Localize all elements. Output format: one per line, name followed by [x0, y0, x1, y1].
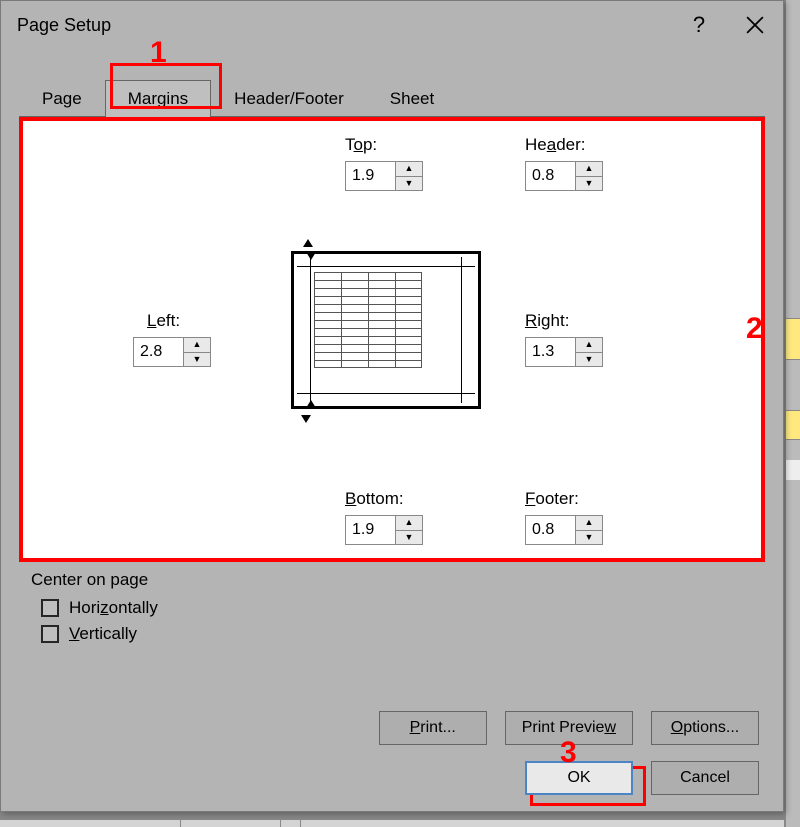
footer-spin-buttons[interactable]: ▲▼: [575, 515, 603, 545]
top-label: Top:: [345, 135, 377, 155]
top-spinner[interactable]: ▲▼: [345, 161, 423, 191]
close-button[interactable]: [727, 1, 783, 49]
options-button[interactable]: Options...: [651, 711, 759, 745]
help-button[interactable]: ?: [671, 1, 727, 49]
left-label: Left:: [147, 311, 180, 331]
bottom-spinner[interactable]: ▲▼: [345, 515, 423, 545]
right-spin-buttons[interactable]: ▲▼: [575, 337, 603, 367]
margin-arrow-down-icon: [306, 252, 316, 260]
header-label: Header:: [525, 135, 586, 155]
spin-down-icon[interactable]: ▼: [576, 531, 602, 545]
bottom-spin-buttons[interactable]: ▲▼: [395, 515, 423, 545]
bg-cell: [786, 460, 800, 480]
spin-up-icon[interactable]: ▲: [576, 338, 602, 353]
cancel-button[interactable]: Cancel: [651, 761, 759, 795]
bottom-label: Bottom:: [345, 489, 404, 509]
right-label: Right:: [525, 311, 569, 331]
center-on-page-group: Center on page Horizontally Vertically: [31, 570, 753, 644]
header-spinner[interactable]: ▲▼: [525, 161, 603, 191]
annotation-number-2: 2: [746, 312, 763, 346]
spin-down-icon[interactable]: ▼: [576, 353, 602, 367]
right-spinner[interactable]: ▲▼: [525, 337, 603, 367]
margin-pointer-bottom-icon: [301, 415, 311, 423]
page-setup-dialog: Page Setup ? Page Margins Header/Footer …: [0, 0, 784, 812]
margins-panel: Top: ▲▼ Header: ▲▼ Left: ▲▼: [19, 117, 765, 562]
footer-label: Footer:: [525, 489, 579, 509]
close-icon: [746, 16, 764, 34]
bg-cell: [786, 410, 800, 440]
top-spin-buttons[interactable]: ▲▼: [395, 161, 423, 191]
vertically-checkbox-row[interactable]: Vertically: [41, 624, 753, 644]
annotation-number-3: 3: [560, 736, 577, 770]
tab-page[interactable]: Page: [19, 80, 105, 117]
background-edge: [784, 0, 800, 827]
right-input[interactable]: [525, 337, 575, 367]
header-input[interactable]: [525, 161, 575, 191]
left-spinner[interactable]: ▲▼: [133, 337, 211, 367]
bottom-input[interactable]: [345, 515, 395, 545]
footer-spinner[interactable]: ▲▼: [525, 515, 603, 545]
header-spin-buttons[interactable]: ▲▼: [575, 161, 603, 191]
spin-up-icon[interactable]: ▲: [396, 162, 422, 177]
dialog-title: Page Setup: [17, 15, 111, 36]
print-button[interactable]: Print...: [379, 711, 487, 745]
spin-down-icon[interactable]: ▼: [396, 177, 422, 191]
horizontally-label: Horizontally: [69, 598, 158, 618]
vertically-label: Vertically: [69, 624, 137, 644]
preview-grid-icon: [314, 272, 422, 368]
margin-pointer-top-icon: [303, 239, 313, 247]
tab-strip: Page Margins Header/Footer Sheet: [19, 77, 765, 117]
ok-button[interactable]: OK: [525, 761, 633, 795]
spin-up-icon[interactable]: ▲: [576, 162, 602, 177]
spin-up-icon[interactable]: ▲: [396, 516, 422, 531]
background-ruler: [0, 819, 784, 827]
horizontally-checkbox-row[interactable]: Horizontally: [41, 598, 753, 618]
spin-up-icon[interactable]: ▲: [184, 338, 210, 353]
center-group-title: Center on page: [31, 570, 753, 590]
spin-down-icon[interactable]: ▼: [396, 531, 422, 545]
margin-arrow-up-icon: [306, 400, 316, 408]
horizontally-checkbox[interactable]: [41, 599, 59, 617]
annotation-number-1: 1: [150, 36, 167, 70]
spin-up-icon[interactable]: ▲: [576, 516, 602, 531]
left-input[interactable]: [133, 337, 183, 367]
left-spin-buttons[interactable]: ▲▼: [183, 337, 211, 367]
spin-down-icon[interactable]: ▼: [576, 177, 602, 191]
tab-header-footer[interactable]: Header/Footer: [211, 80, 367, 117]
titlebar: Page Setup ?: [1, 1, 783, 49]
bg-cell: [786, 318, 800, 360]
vertically-checkbox[interactable]: [41, 625, 59, 643]
spin-down-icon[interactable]: ▼: [184, 353, 210, 367]
tab-sheet[interactable]: Sheet: [367, 80, 457, 117]
page-preview: [291, 251, 481, 409]
tab-margins[interactable]: Margins: [105, 80, 211, 117]
top-input[interactable]: [345, 161, 395, 191]
footer-input[interactable]: [525, 515, 575, 545]
